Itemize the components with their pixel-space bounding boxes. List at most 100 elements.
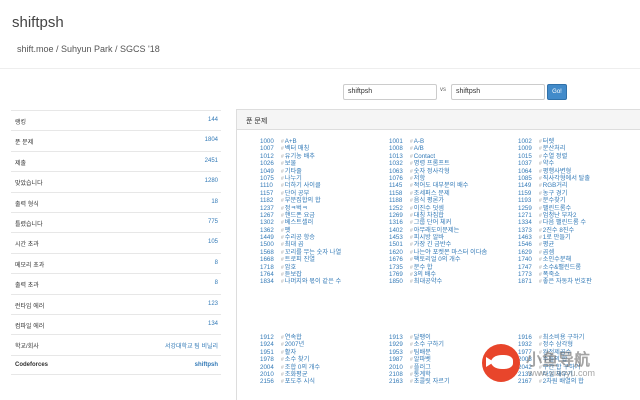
problem-link[interactable]: 1193 #분수찾기 [518,197,592,204]
problem-link[interactable]: 1026 #보물 [260,160,341,167]
problem-link[interactable]: 1316 #그룹 단어 체커 [389,219,487,226]
problem-number[interactable]: 1463 [518,234,539,241]
problem-link[interactable]: 1747 #소수&팰린드롬 [518,264,592,271]
problem-title[interactable]: 가장 긴 금반수 [414,241,452,248]
problem-number[interactable]: 1182 [260,197,281,204]
problem-link[interactable]: 1362 #펫 [260,227,341,234]
problem-number[interactable]: 1316 [389,219,410,226]
problem-title[interactable]: 최대 곱 [285,241,304,248]
problem-number[interactable]: 1718 [260,264,281,271]
problem-title[interactable]: 나누기 [285,175,302,182]
problem-title[interactable]: 2진수 8진수 [543,227,574,234]
problem-title[interactable]: 연속합 [285,334,302,341]
problem-link[interactable]: 1676 #팩토리얼 0의 개수 [389,256,487,263]
stat-value[interactable]: 서강대학교 팀 비닐리 [165,341,218,350]
problem-link[interactable]: 1500 #최대 곱 [260,241,341,248]
problem-title[interactable]: 벡터 매칭 [285,145,310,152]
stat-value[interactable]: 105 [208,239,218,245]
problem-title[interactable]: 더하기 사이클 [285,182,321,189]
problem-title[interactable]: 트로피 진열 [285,256,315,263]
problem-link[interactable]: 1188 #음식 평론가 [389,197,487,204]
problem-number[interactable]: 1735 [389,264,410,271]
problem-number[interactable]: 1259 [518,205,539,212]
problem-number[interactable]: 2156 [260,378,281,385]
problem-title[interactable]: 보물 [285,160,296,167]
stat-value[interactable]: 8 [215,280,218,286]
problem-link[interactable]: 1015 #수열 정렬 [518,153,592,160]
problem-link[interactable]: 1064 #평행사변형 [518,168,592,175]
problem-number[interactable]: 1629 [518,249,539,256]
problem-title[interactable]: 다음 팰린드롬 수 [543,219,586,226]
problem-link[interactable]: 1501 #가장 긴 금반수 [389,241,487,248]
problem-number[interactable]: 1951 [260,349,281,356]
problem-number[interactable]: 2163 [389,378,410,385]
stat-value[interactable]: 144 [208,117,218,123]
problem-title[interactable]: 베스트셀러 [285,219,313,226]
problem-title[interactable]: 소수 찾기 [285,356,310,363]
problem-title[interactable]: 대칭 차집합 [414,212,444,219]
go-button[interactable]: Go! [547,84,567,100]
problem-number[interactable]: 1334 [518,219,539,226]
problem-link[interactable]: 1008 #A/B [389,145,487,152]
problem-number[interactable]: 1188 [389,197,410,204]
problem-link[interactable]: 1182 #부분집합의 합 [260,197,341,204]
problem-link[interactable]: 1032 #명령 프롬프트 [389,160,487,167]
problem-title[interactable]: 명령 프롬프트 [414,160,450,167]
problem-number[interactable]: 1269 [389,212,410,219]
problem-title[interactable]: 곱셈 [543,249,554,256]
stat-value[interactable]: 2451 [205,158,218,164]
problem-title[interactable]: 암호 [285,264,296,271]
stat-value[interactable]: 1804 [205,137,218,143]
problem-number[interactable]: 1924 [260,341,281,348]
problem-title[interactable]: 3의 배수 [414,271,436,278]
problem-link[interactable]: 2010 #플러그 [389,364,450,371]
problem-title[interactable]: 플러그 [414,364,431,371]
problem-title[interactable]: 유기농 배추 [285,153,315,160]
problem-title[interactable]: 꼬리를 무는 숫자 나열 [285,249,341,256]
problem-number[interactable]: 1916 [518,334,539,341]
problem-link[interactable]: 1871 #좋은 자동차 번호판 [518,278,592,285]
stat-value[interactable]: 1280 [205,178,218,184]
stat-value[interactable]: 123 [208,301,218,307]
problem-title[interactable]: 팀배분 [414,349,431,356]
problem-link[interactable]: 2156 #포도주 시식 [260,378,320,385]
problem-title[interactable]: 농구 경기 [543,190,568,197]
problem-number[interactable]: 1850 [389,278,410,285]
problem-title[interactable]: Contact [414,153,435,160]
problem-title[interactable]: 소인수분해 [543,256,571,263]
problem-title[interactable]: 나머지와 몫이 같은 수 [285,278,341,285]
problem-number[interactable]: 1063 [389,168,410,175]
problem-number[interactable]: 1008 [389,145,410,152]
problem-title[interactable]: 이진수 덧셈 [414,205,444,212]
problem-number[interactable]: 1007 [260,145,281,152]
problem-title[interactable]: 최소비용 구하기 [543,334,585,341]
problem-title[interactable]: 기타줄 [285,168,302,175]
problem-title[interactable]: 달팽이 [414,334,431,341]
problem-link[interactable]: 1987 #알파벳 [389,356,450,363]
problem-title[interactable]: A+B [285,138,297,145]
problem-number[interactable]: 1267 [260,212,281,219]
problem-title[interactable]: 나는야 포켓몬 마스터 이다솜 [414,249,487,256]
problem-number[interactable]: 1271 [518,212,539,219]
problem-number[interactable]: 1001 [389,138,410,145]
problem-number[interactable]: 1453 [389,234,410,241]
problem-number[interactable]: 1237 [260,205,281,212]
problem-number[interactable]: 1953 [389,349,410,356]
problem-title[interactable]: 저항 [414,175,425,182]
stat-value[interactable]: 8 [215,260,218,266]
problem-number[interactable]: 1834 [260,278,281,285]
problem-number[interactable]: 1302 [260,219,281,226]
problem-link[interactable]: 1924 #2007년 [260,341,320,348]
problem-link[interactable]: 1735 #분수 합 [389,264,487,271]
problem-number[interactable]: 1987 [389,356,410,363]
problem-title[interactable]: 수열 정렬 [543,153,568,160]
problem-number[interactable]: 1193 [518,197,539,204]
problem-link[interactable]: 2004 #조합 0의 개수 [260,364,320,371]
problem-number[interactable]: 1500 [260,241,281,248]
problem-number[interactable]: 2010 [260,371,281,378]
problem-link[interactable]: 1049 #기타줄 [260,168,341,175]
problem-title[interactable]: 평균 [543,241,554,248]
problem-link[interactable]: 1259 #팰린드롬수 [518,205,592,212]
problem-link[interactable]: 1149 #RGB거리 [518,182,592,189]
problem-title[interactable]: 분산처리 [543,145,566,152]
